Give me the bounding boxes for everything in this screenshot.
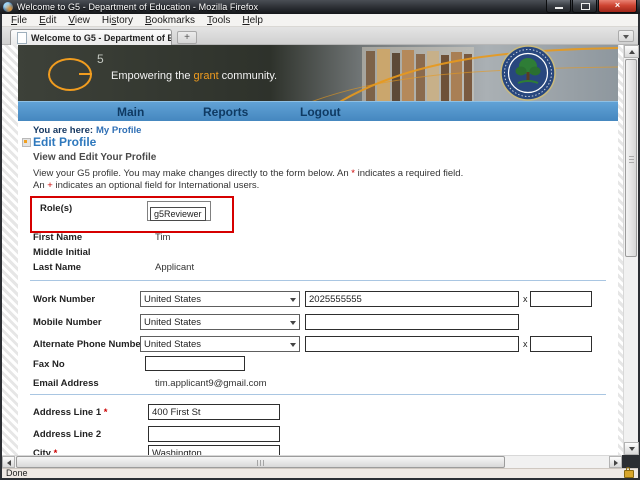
horizontal-scrollbar[interactable]	[2, 455, 622, 468]
alternate-country-select[interactable]: United States	[140, 336, 300, 352]
menu-bar: File Edit View History Bookmarks Tools H…	[2, 14, 638, 27]
roles-listbox[interactable]: g5Reviewer	[147, 201, 211, 221]
mobile-country-value: United States	[144, 317, 202, 328]
status-text: Done	[6, 468, 28, 478]
menu-bookmarks[interactable]: Bookmarks	[139, 15, 201, 26]
alternate-country-value: United States	[144, 339, 202, 350]
page-title: View and Edit Your Profile	[33, 152, 157, 163]
alternate-ext-input[interactable]	[530, 336, 592, 352]
window-controls: ×	[545, 0, 637, 13]
mobile-number-input[interactable]	[305, 314, 519, 330]
middle-initial-label: Middle Initial	[33, 247, 91, 258]
title-bar: Welcome to G5 - Department of Education …	[0, 0, 640, 14]
bullet-icon	[22, 138, 31, 147]
work-ext-input[interactable]	[530, 291, 592, 307]
section-divider	[30, 394, 606, 395]
city-input[interactable]	[148, 445, 280, 455]
g5-banner: 5 Empowering the grant community.	[18, 45, 618, 104]
vertical-scroll-thumb[interactable]	[625, 59, 637, 257]
page-content: 5 Empowering the grant community. Main R…	[18, 45, 618, 455]
chevron-down-icon	[290, 321, 296, 325]
mobile-number-label: Mobile Number	[33, 317, 102, 328]
banner-photo	[18, 45, 618, 104]
horizontal-scroll-thumb[interactable]	[16, 456, 505, 468]
address1-input[interactable]	[148, 404, 280, 420]
breadcrumb-link-my-profile[interactable]: My Profile	[96, 125, 141, 136]
alternate-number-input[interactable]	[305, 336, 519, 352]
required-mark: *	[53, 448, 58, 455]
mobile-country-select[interactable]: United States	[140, 314, 300, 330]
nav-item-main[interactable]: Main	[117, 105, 144, 119]
close-button[interactable]: ×	[598, 0, 637, 13]
roles-label: Role(s)	[40, 203, 73, 214]
scroll-down-icon[interactable]	[624, 442, 639, 455]
lock-icon	[624, 467, 634, 478]
alternate-number-label: Alternate Phone Number	[33, 339, 145, 350]
work-country-select[interactable]: United States	[140, 291, 300, 307]
work-ext-label: x	[523, 294, 528, 304]
chevron-down-icon	[290, 343, 296, 347]
email-label: Email Address	[33, 378, 99, 389]
g5-logo-sup: 5	[97, 52, 104, 66]
address2-label: Address Line 2	[33, 429, 102, 440]
bookshelf-photo	[362, 47, 474, 101]
banner-tagline: Empowering the grant community.	[111, 70, 278, 82]
section-divider	[30, 280, 606, 281]
edit-profile-link[interactable]: Edit Profile	[33, 135, 96, 149]
city-label: City *	[33, 448, 57, 455]
firefox-icon	[3, 2, 13, 12]
last-name-label: Last Name	[33, 262, 82, 273]
minimize-icon	[555, 7, 563, 9]
required-mark: *	[103, 407, 108, 418]
maximize-button[interactable]	[572, 0, 597, 13]
scroll-up-icon[interactable]	[624, 45, 639, 58]
ed-seal-icon	[500, 45, 556, 101]
chevron-down-icon	[290, 298, 296, 302]
work-number-label: Work Number	[33, 294, 96, 305]
menu-edit[interactable]: Edit	[33, 15, 62, 26]
minimize-button[interactable]	[546, 0, 571, 13]
tab-welcome-g5[interactable]: Welcome to G5 - Department of Edu...	[10, 29, 172, 45]
address2-input[interactable]	[148, 426, 280, 442]
scroll-left-icon[interactable]	[2, 456, 15, 468]
main-nav: Main Reports Logout	[18, 101, 618, 121]
intro-line-1: View your G5 profile. You may make chang…	[33, 168, 464, 179]
alternate-ext-label: x	[523, 339, 528, 349]
g5-logo-icon	[48, 58, 92, 91]
nav-item-logout[interactable]: Logout	[300, 105, 341, 119]
address1-label: Address Line 1 *	[33, 407, 108, 418]
work-country-value: United States	[144, 294, 202, 305]
email-value: tim.applicant9@gmail.com	[155, 378, 267, 389]
work-number-input[interactable]	[305, 291, 519, 307]
nav-item-reports[interactable]: Reports	[203, 105, 248, 119]
first-name-label: First Name	[33, 232, 83, 243]
role-option-g5reviewer[interactable]: g5Reviewer	[150, 207, 206, 221]
menu-file[interactable]: File	[5, 15, 33, 26]
maximize-icon	[581, 3, 590, 10]
new-tab-button[interactable]: +	[177, 31, 197, 44]
tab-label: Welcome to G5 - Department of Edu...	[31, 32, 171, 43]
menu-help[interactable]: Help	[236, 15, 269, 26]
browser-viewport: 5 Empowering the grant community. Main R…	[2, 45, 639, 455]
intro-line-2: An + indicates an optional field for Int…	[33, 180, 260, 191]
menu-tools[interactable]: Tools	[201, 15, 236, 26]
status-bar: Done	[2, 467, 638, 478]
menu-view[interactable]: View	[62, 15, 96, 26]
page-icon	[17, 31, 27, 44]
list-tabs-button[interactable]	[618, 30, 634, 42]
fax-label: Fax No	[33, 359, 65, 370]
fax-input[interactable]	[145, 356, 245, 371]
first-name-value: Tim	[155, 232, 171, 243]
tab-bar: Welcome to G5 - Department of Edu... +	[2, 27, 638, 45]
last-name-value: Applicant	[155, 262, 195, 273]
scroll-right-icon[interactable]	[609, 456, 622, 468]
menu-history[interactable]: History	[96, 15, 139, 26]
vertical-scrollbar[interactable]	[623, 45, 639, 455]
browser-window: Welcome to G5 - Department of Education …	[0, 0, 640, 480]
window-title: Welcome to G5 - Department of Education …	[17, 2, 259, 12]
